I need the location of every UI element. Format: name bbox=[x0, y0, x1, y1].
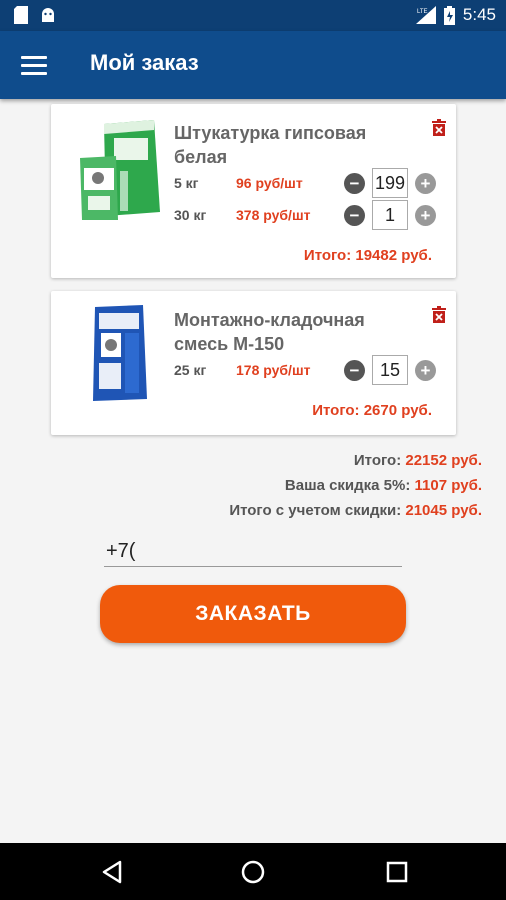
phone-input[interactable] bbox=[104, 537, 402, 567]
app-bar: Мой заказ bbox=[0, 31, 506, 99]
qty-minus-button[interactable]: − bbox=[344, 204, 365, 226]
summary-total-label: Итого: bbox=[353, 452, 402, 469]
android-icon bbox=[42, 8, 54, 22]
variant-size: 25 кг bbox=[174, 362, 207, 378]
summary-discount-label: Ваша скидка 5%: bbox=[284, 477, 411, 494]
back-icon[interactable] bbox=[100, 859, 126, 885]
qty-plus-button[interactable]: + bbox=[415, 172, 436, 194]
system-nav-bar bbox=[0, 843, 506, 900]
cart-item-card: Монтажно-кладочная смесь М-150 25 кг 178… bbox=[51, 291, 456, 435]
recents-icon[interactable] bbox=[384, 859, 410, 885]
status-bar: LTE 5:45 bbox=[0, 0, 506, 31]
battery-icon bbox=[443, 5, 455, 25]
summary-discount: Ваша скидка 5%: 1107 руб. bbox=[285, 477, 482, 494]
summary-total: Итого: 22152 руб. bbox=[354, 452, 482, 469]
home-icon[interactable] bbox=[240, 859, 266, 885]
masonry-mix-bag-image bbox=[93, 305, 147, 401]
trash-icon[interactable] bbox=[432, 119, 446, 136]
status-time: 5:45 bbox=[462, 5, 496, 24]
plaster-bags-image bbox=[80, 120, 160, 220]
variant-row: 5 кг 96 руб/шт − 199 + bbox=[174, 168, 436, 198]
qty-minus-button[interactable]: − bbox=[344, 172, 365, 194]
summary-final-label: Итого с учетом скидки: bbox=[229, 502, 402, 519]
page-title: Мой заказ bbox=[90, 50, 199, 75]
summary-discount-value: 1107 руб. bbox=[414, 477, 482, 494]
summary-final: Итого с учетом скидки: 21045 руб. bbox=[229, 502, 482, 519]
summary-final-value: 21045 руб. bbox=[405, 502, 482, 519]
qty-input[interactable]: 199 bbox=[372, 168, 408, 198]
product-title: Штукатурка гипсовая белая bbox=[174, 123, 367, 167]
product-title: Монтажно-кладочная смесь М-150 bbox=[174, 310, 365, 354]
variant-row: 25 кг 178 руб/шт − 15 + bbox=[174, 355, 436, 385]
summary-total-value: 22152 руб. bbox=[405, 452, 482, 469]
qty-input[interactable]: 1 bbox=[372, 200, 408, 230]
item-total: Итого: 2670 руб. bbox=[312, 402, 432, 419]
qty-minus-button[interactable]: − bbox=[344, 359, 365, 381]
variant-size: 5 кг bbox=[174, 175, 199, 191]
variant-price: 378 руб/шт bbox=[236, 207, 311, 223]
hamburger-menu-icon[interactable] bbox=[16, 49, 52, 81]
variant-price: 96 руб/шт bbox=[236, 175, 303, 191]
qty-input[interactable]: 15 bbox=[372, 355, 408, 385]
variant-price: 178 руб/шт bbox=[236, 362, 311, 378]
variant-size: 30 кг bbox=[174, 207, 207, 223]
sd-card-icon bbox=[14, 6, 28, 24]
variant-row: 30 кг 378 руб/шт − 1 + bbox=[174, 200, 436, 230]
item-total: Итого: 19482 руб. bbox=[303, 247, 432, 264]
cart-item-card: Штукатурка гипсовая белая 5 кг 96 руб/шт… bbox=[51, 104, 456, 278]
svg-text:LTE: LTE bbox=[417, 9, 428, 15]
signal-icon: LTE bbox=[415, 6, 436, 24]
trash-icon[interactable] bbox=[432, 306, 446, 323]
order-button[interactable]: ЗАКАЗАТЬ bbox=[100, 585, 406, 643]
qty-plus-button[interactable]: + bbox=[415, 204, 436, 226]
qty-plus-button[interactable]: + bbox=[415, 359, 436, 381]
